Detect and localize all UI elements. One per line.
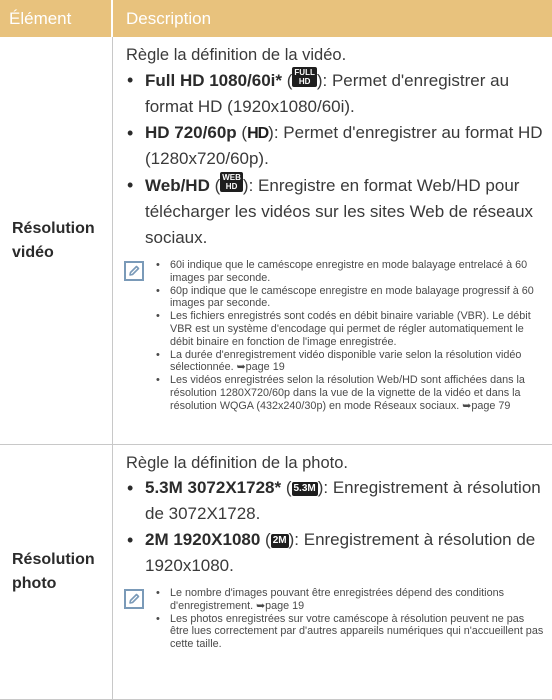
list-item: HD 720/60p (HD): Permet d'enregistrer au… [126, 120, 544, 172]
note-item: Les photos enregistrées sur votre camésc… [156, 613, 544, 651]
description-intro: Règle la définition de la vidéo. [126, 46, 347, 64]
full-hd-icon: FULL HD [292, 67, 317, 87]
list-item: 5.3M 3072X1728* (5.3M): Enregistrement à… [126, 475, 544, 527]
note-block: Le nombre d'images pouvant être enregist… [124, 587, 544, 651]
option-list: Full HD 1080/60i* (FULLHD): Permet d'enr… [126, 67, 544, 251]
note-item: La durée d'enregistrement vidéo disponib… [156, 349, 544, 375]
note-block: 60i indique que le caméscope enregistre … [124, 259, 544, 413]
note-list: Le nombre d'images pouvant être enregist… [156, 587, 544, 651]
row-label: Résolution photo [0, 445, 113, 699]
option-list: 5.3M 3072X1728* (5.3M): Enregistrement à… [126, 475, 544, 579]
note-item: 60p indique que le caméscope enregistre … [156, 285, 544, 311]
list-item: Web/HD (WEBHD): Enregistre en format Web… [126, 172, 544, 251]
header-element: Élément [0, 0, 113, 37]
2m-icon: 2M [270, 534, 289, 548]
row-description: Règle la définition de la photo. 5.3M 30… [113, 445, 552, 699]
row-description: Règle la définition de la vidéo. Full HD… [113, 37, 552, 444]
list-item: Full HD 1080/60i* (FULLHD): Permet d'enr… [126, 67, 544, 120]
note-list: 60i indique que le caméscope enregistre … [156, 259, 544, 413]
table-header: Élément Description [0, 0, 552, 37]
hd-icon: HD [247, 125, 269, 142]
note-pencil-icon [124, 261, 144, 281]
description-intro: Règle la définition de la photo. [126, 454, 348, 472]
5-3m-icon: 5.3M [291, 482, 318, 496]
note-item: Les fichiers enregistrés sont codés en d… [156, 310, 544, 348]
note-pencil-icon [124, 589, 144, 609]
table-row-photo-resolution: Résolution photo Règle la définition de … [0, 445, 552, 700]
header-description: Description [113, 0, 552, 37]
row-label: Résolution vidéo [0, 37, 113, 444]
web-hd-icon: WEB HD [220, 172, 243, 192]
note-item: Les vidéos enregistrées selon la résolut… [156, 374, 544, 412]
list-item: 2M 1920X1080 (2M): Enregistrement à réso… [126, 527, 544, 579]
note-item: 60i indique que le caméscope enregistre … [156, 259, 544, 285]
settings-table: Élément Description Résolution vidéo Règ… [0, 0, 552, 700]
note-item: Le nombre d'images pouvant être enregist… [156, 587, 544, 613]
table-row-video-resolution: Résolution vidéo Règle la définition de … [0, 37, 552, 445]
